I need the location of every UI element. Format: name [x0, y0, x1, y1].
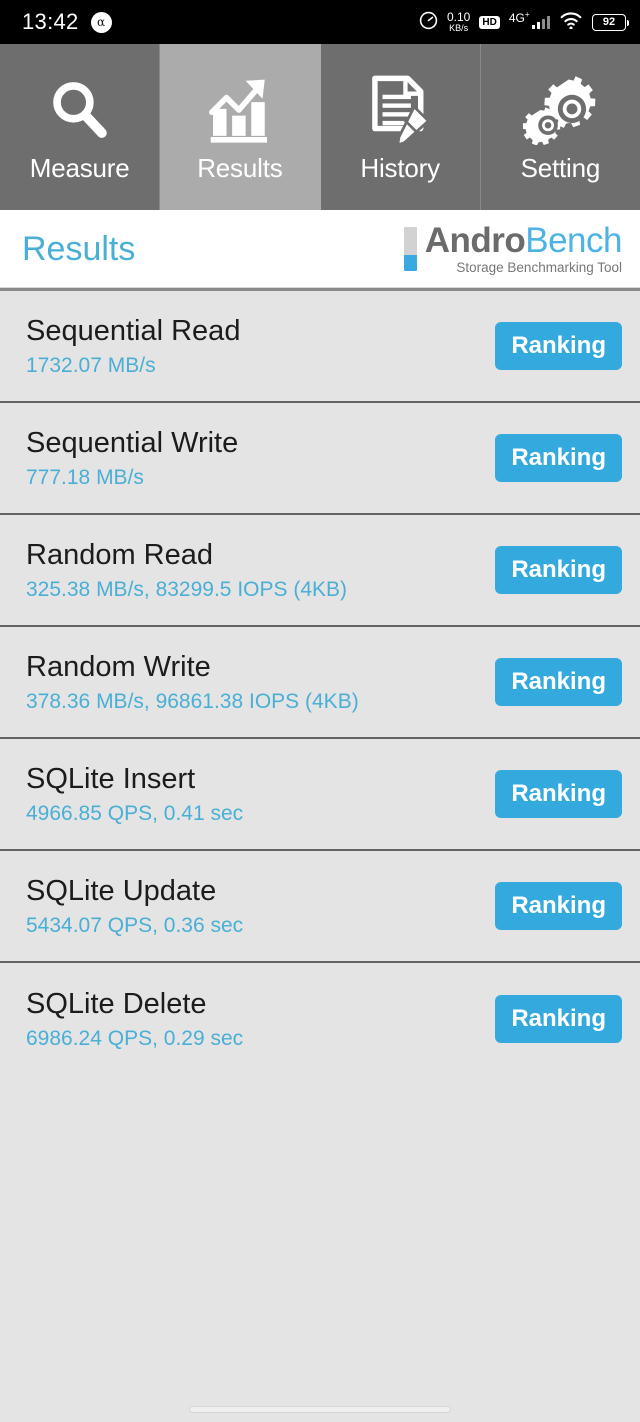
status-clock: 13:42	[22, 9, 79, 34]
row-texts: SQLite Update 5434.07 QPS, 0.36 sec	[26, 874, 244, 937]
signal-bars	[531, 15, 550, 29]
table-row[interactable]: Random Read 325.38 MB/s, 83299.5 IOPS (4…	[0, 515, 640, 627]
benchmark-name: SQLite Delete	[26, 987, 207, 1020]
main-tab-bar: Measure Results History Setting	[0, 44, 640, 210]
benchmark-name: SQLite Update	[26, 874, 217, 907]
status-bar-right: 0.10 KB/s HD 4G+ 92	[419, 11, 629, 34]
document-pencil-icon	[366, 73, 434, 147]
row-texts: Sequential Read 1732.07 MB/s	[26, 314, 241, 377]
brand-name-first: Andro	[424, 220, 526, 260]
tab-results-label: Results	[197, 153, 283, 183]
results-list: Sequential Read 1732.07 MB/s Ranking Seq…	[0, 291, 640, 1396]
wifi-icon	[559, 11, 583, 33]
chart-growth-icon	[204, 73, 276, 147]
tab-results[interactable]: Results	[160, 44, 321, 210]
network-speed: 0.10 KB/s	[447, 11, 470, 33]
home-indicator[interactable]	[189, 1405, 451, 1413]
battery-level: 92	[602, 15, 616, 28]
ranking-button[interactable]: Ranking	[495, 546, 622, 594]
status-bar-left: 13:42 α	[22, 11, 112, 33]
network-type-label: 4G+	[508, 10, 530, 25]
ranking-button[interactable]: Ranking	[495, 995, 622, 1043]
row-texts: Random Write 378.36 MB/s, 96861.38 IOPS …	[26, 650, 359, 713]
brand-name-second: Bench	[525, 220, 622, 260]
ranking-button[interactable]: Ranking	[495, 322, 622, 370]
androbench-logo: AndroBench Storage Benchmarking Tool	[403, 220, 623, 275]
tab-history[interactable]: History	[320, 44, 481, 210]
app-screen: 13:42 α 0.10 KB/s HD 4G+ 92 Measure Resu…	[0, 0, 640, 1422]
table-row[interactable]: SQLite Delete 6986.24 QPS, 0.29 sec Rank…	[0, 963, 640, 1075]
benchmark-name: Sequential Read	[26, 314, 241, 347]
battery-icon: 92	[592, 13, 629, 31]
benchmark-value: 378.36 MB/s, 96861.38 IOPS (4KB)	[26, 689, 359, 713]
table-row[interactable]: SQLite Update 5434.07 QPS, 0.36 sec Rank…	[0, 851, 640, 963]
page-title: Results	[22, 229, 136, 268]
benchmark-name: Random Read	[26, 538, 213, 571]
app-notification-icon: α	[90, 11, 112, 33]
row-texts: Random Read 325.38 MB/s, 83299.5 IOPS (4…	[26, 538, 348, 601]
logo-bar-icon	[403, 226, 417, 271]
benchmark-value: 5434.07 QPS, 0.36 sec	[26, 913, 244, 937]
benchmark-value: 777.18 MB/s	[26, 465, 144, 489]
network-speed-value: 0.10	[447, 9, 471, 24]
row-texts: SQLite Delete 6986.24 QPS, 0.29 sec	[26, 987, 244, 1050]
benchmark-name: Sequential Write	[26, 426, 239, 459]
benchmark-value: 1732.07 MB/s	[26, 353, 156, 377]
tab-setting-label: Setting	[520, 153, 601, 183]
row-texts: SQLite Insert 4966.85 QPS, 0.41 sec	[26, 762, 244, 825]
tab-measure[interactable]: Measure	[0, 44, 161, 210]
network-speed-unit: KB/s	[449, 22, 469, 33]
table-row[interactable]: Random Write 378.36 MB/s, 96861.38 IOPS …	[0, 627, 640, 739]
row-texts: Sequential Write 777.18 MB/s	[26, 426, 239, 489]
cellular-signal-icon: 4G+	[509, 11, 550, 29]
ranking-button[interactable]: Ranking	[495, 770, 622, 818]
table-row[interactable]: Sequential Write 777.18 MB/s Ranking	[0, 403, 640, 515]
benchmark-value: 4966.85 QPS, 0.41 sec	[26, 801, 244, 825]
status-bar: 13:42 α 0.10 KB/s HD 4G+ 92	[0, 0, 640, 44]
ranking-button[interactable]: Ranking	[495, 658, 622, 706]
table-row[interactable]: SQLite Insert 4966.85 QPS, 0.41 sec Rank…	[0, 739, 640, 851]
gears-icon	[523, 73, 597, 147]
hd-voice-icon: HD	[479, 15, 500, 29]
ranking-button[interactable]: Ranking	[495, 434, 622, 482]
speedometer-icon	[419, 11, 438, 34]
search-icon	[45, 73, 115, 147]
table-row[interactable]: Sequential Read 1732.07 MB/s Ranking	[0, 291, 640, 403]
benchmark-value: 6986.24 QPS, 0.29 sec	[26, 1026, 244, 1050]
benchmark-name: SQLite Insert	[26, 762, 196, 795]
brand-name: AndroBench	[424, 220, 623, 260]
ranking-button[interactable]: Ranking	[495, 882, 622, 930]
tab-measure-label: Measure	[29, 153, 130, 183]
tab-setting[interactable]: Setting	[480, 44, 640, 210]
benchmark-name: Random Write	[26, 650, 211, 683]
page-header: Results AndroBench Storage Benchmarking …	[0, 210, 640, 288]
tab-history-label: History	[360, 153, 440, 183]
logo-text: AndroBench Storage Benchmarking Tool	[424, 220, 623, 275]
system-gesture-bar	[0, 1396, 640, 1422]
benchmark-value: 325.38 MB/s, 83299.5 IOPS (4KB)	[26, 577, 348, 601]
brand-tagline: Storage Benchmarking Tool	[456, 259, 622, 275]
